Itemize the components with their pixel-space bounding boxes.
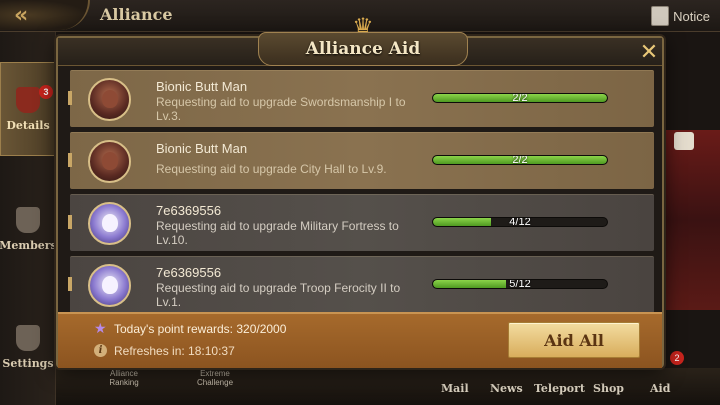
progress-label: 2/2 — [512, 155, 528, 165]
aid-badge: 2 — [670, 351, 684, 365]
title-plate: Alliance Aid — [258, 32, 468, 66]
star-icon: ★ — [94, 321, 107, 337]
refresh-timer: Refreshes in: 18:10:37 — [114, 344, 235, 358]
close-icon: ✕ — [639, 39, 659, 65]
row-marker — [68, 153, 72, 167]
nav-teleport[interactable]: Teleport — [534, 382, 585, 395]
avatar-face — [102, 214, 118, 232]
aid-progress-bar: 2/2 — [432, 155, 608, 165]
player-name: Bionic Butt Man — [156, 79, 248, 94]
sidebar-item-label: Members — [0, 238, 57, 252]
aid-all-button[interactable]: Aid All — [508, 322, 640, 358]
mage-avatar — [88, 264, 131, 307]
row-marker — [68, 277, 72, 291]
player-name: 7e6369556 — [156, 203, 222, 218]
sidebar-item-settings[interactable]: Settings — [0, 300, 56, 394]
sidebar-item-label: Details — [6, 118, 50, 132]
request-text: Requesting aid to upgrade City Hall to L… — [156, 162, 387, 176]
nav-mail[interactable]: Mail — [441, 382, 469, 395]
warrior-avatar — [88, 78, 131, 121]
helmet-icon — [16, 206, 40, 233]
aid-request-row: Bionic Butt Man Requesting aid to upgrad… — [68, 70, 654, 127]
nav-news[interactable]: News — [490, 382, 523, 395]
notification-badge: 3 — [39, 85, 53, 99]
progress-label: 2/2 — [512, 93, 528, 103]
sidebar-item-label: Settings — [2, 356, 54, 370]
row-marker — [68, 215, 72, 229]
mage-avatar — [88, 202, 131, 245]
sidebar-item-details[interactable]: 3 Details — [0, 62, 56, 156]
request-text: Requesting aid to upgrade Military Fortr… — [156, 219, 399, 247]
nav-shop[interactable]: Shop — [593, 382, 624, 395]
alliance-ranking-button[interactable]: Alliance Ranking — [100, 369, 148, 387]
aid-progress-bar: 5/12 — [432, 279, 608, 289]
aid-progress-bar: 2/2 — [432, 93, 608, 103]
request-text: Requesting aid to upgrade Swordsmanship … — [156, 95, 406, 123]
aid-request-row: Bionic Butt Man Requesting aid to upgrad… — [68, 132, 654, 189]
player-name: 7e6369556 — [156, 265, 222, 280]
row-marker — [68, 91, 72, 105]
dialog-footer: ★ Today's point rewards: 320/2000 i Refr… — [58, 312, 662, 368]
daily-points-text: Today's point rewards: 320/2000 — [114, 322, 287, 336]
aid-progress-bar: 4/12 — [432, 217, 608, 227]
close-button[interactable]: ✕ — [638, 39, 660, 65]
progress-label: 5/12 — [509, 279, 531, 289]
extreme-challenge-button[interactable]: Extreme Challenge — [186, 369, 244, 387]
player-name: Bionic Butt Man — [156, 141, 248, 156]
aid-request-row[interactable]: 7e6369556 Requesting aid to upgrade Troo… — [68, 256, 654, 313]
progress-label: 4/12 — [509, 217, 531, 227]
request-text: Requesting aid to upgrade Troop Ferocity… — [156, 281, 401, 309]
aid-request-row[interactable]: 7e6369556 Requesting aid to upgrade Mili… — [68, 194, 654, 251]
banner-icon — [16, 86, 40, 113]
notice-label: Notice — [673, 8, 710, 24]
nav-aid[interactable]: Aid — [650, 382, 670, 395]
info-icon[interactable]: i — [94, 344, 107, 357]
sidebar-item-members[interactable]: Members — [0, 182, 57, 276]
avatar-face — [102, 276, 118, 294]
gear-icon — [16, 324, 40, 351]
warrior-avatar — [88, 140, 131, 183]
page-title: Alliance — [100, 5, 173, 24]
switch-icon[interactable] — [674, 132, 694, 150]
avatar-face — [102, 152, 118, 170]
map-preview — [665, 130, 720, 310]
notebook-icon — [651, 6, 670, 26]
double-chevron-left-icon: « — [14, 2, 29, 28]
alliance-aid-dialog: ♛ Alliance Aid ✕ Bionic Butt Man Request… — [56, 15, 664, 368]
avatar-face — [102, 90, 118, 108]
notice-button[interactable]: Notice — [651, 6, 710, 26]
dialog-title: Alliance Aid — [305, 39, 421, 59]
